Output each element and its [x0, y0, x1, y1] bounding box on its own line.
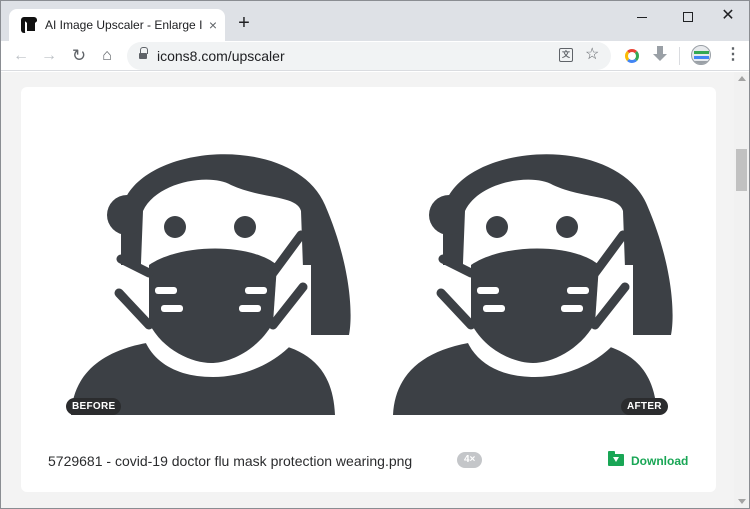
- back-button[interactable]: ←: [9, 44, 33, 68]
- scroll-down-icon[interactable]: [738, 499, 746, 504]
- window-close-button[interactable]: ✕: [705, 3, 749, 31]
- scrollbar-thumb[interactable]: [736, 149, 747, 191]
- forward-button[interactable]: →: [37, 44, 61, 68]
- minimize-icon: [637, 16, 647, 18]
- upscale-result-card: BEFORE AFTER 5729681 - covid-19 doctor f…: [21, 87, 716, 492]
- woman-mask-icon: [71, 154, 351, 415]
- folder-download-icon[interactable]: [608, 451, 624, 466]
- file-info-row: 5729681 - covid-19 doctor flu mask prote…: [48, 451, 688, 471]
- icons8-favicon-icon: [21, 17, 37, 33]
- woman-mask-icon: [393, 154, 673, 415]
- minimize-button[interactable]: [619, 3, 665, 31]
- translate-icon[interactable]: 文: [559, 48, 573, 62]
- before-image: [61, 115, 357, 415]
- scale-badge: 4×: [457, 452, 483, 468]
- after-label: AFTER: [621, 398, 668, 415]
- browser-toolbar: ← → ↻ ⌂ icons8.com/upscaler 文 ☆ ⋮: [1, 41, 749, 71]
- vertical-scrollbar[interactable]: [734, 72, 749, 508]
- tab-strip: AI Image Upscaler - Enlarge Im × + ✕: [1, 1, 749, 41]
- new-tab-button[interactable]: +: [233, 13, 255, 35]
- profile-avatar-icon[interactable]: [691, 45, 711, 65]
- after-image: [383, 115, 679, 415]
- address-bar[interactable]: icons8.com/upscaler 文 ☆: [127, 42, 611, 70]
- chrome-extension-icon[interactable]: [625, 49, 639, 63]
- tab-active[interactable]: AI Image Upscaler - Enlarge Im ×: [9, 9, 225, 41]
- tab-close-icon[interactable]: ×: [205, 17, 221, 33]
- maximize-icon: [683, 12, 693, 23]
- scroll-up-icon[interactable]: [738, 76, 746, 81]
- download-label[interactable]: Download: [631, 453, 688, 469]
- url-text[interactable]: icons8.com/upscaler: [157, 48, 285, 64]
- toolbar-divider: [679, 47, 680, 65]
- before-label: BEFORE: [66, 398, 122, 415]
- page-content: BEFORE AFTER 5729681 - covid-19 doctor f…: [1, 72, 734, 508]
- bookmark-star-icon[interactable]: ☆: [585, 45, 599, 65]
- download-extension-icon[interactable]: [653, 46, 667, 64]
- lock-icon[interactable]: [139, 47, 148, 61]
- browser-window: AI Image Upscaler - Enlarge Im × + ✕ ← →…: [0, 0, 750, 509]
- reload-button[interactable]: ↻: [67, 44, 91, 68]
- tab-title: AI Image Upscaler - Enlarge Im: [45, 18, 203, 32]
- menu-icon[interactable]: ⋮: [725, 44, 741, 66]
- file-name: 5729681 - covid-19 doctor flu mask prote…: [48, 453, 413, 469]
- home-button[interactable]: ⌂: [95, 44, 119, 68]
